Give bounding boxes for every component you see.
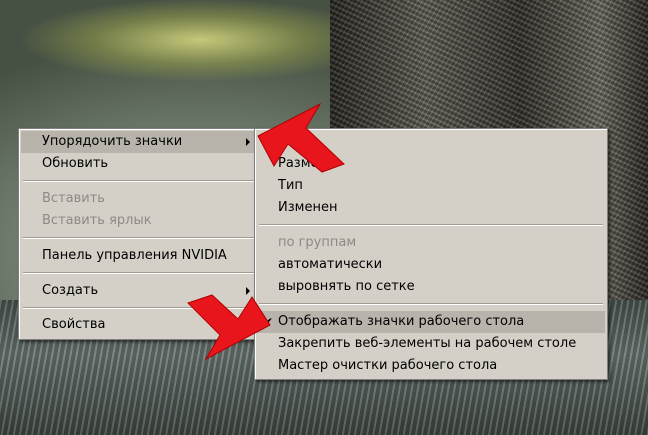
submenu-item-align-to-grid[interactable]: выровнять по сетке bbox=[257, 276, 605, 298]
submenu-item-modified[interactable]: Изменен bbox=[257, 197, 605, 219]
menu-item-refresh[interactable]: Обновить bbox=[21, 153, 258, 175]
menu-separator bbox=[23, 180, 256, 182]
annotation-arrow-top bbox=[257, 102, 345, 173]
menu-item-label: Свойства bbox=[42, 317, 106, 332]
menu-separator bbox=[23, 272, 256, 274]
menu-item-label: по группам bbox=[278, 235, 357, 250]
menu-item-nvidia-control-panel[interactable]: Панель управления NVIDIA bbox=[21, 245, 258, 267]
annotation-arrow-bottom bbox=[187, 294, 271, 361]
menu-item-paste: Вставить bbox=[21, 188, 258, 210]
menu-item-label: Панель управления NVIDIA bbox=[42, 248, 227, 263]
menu-item-label: Тип bbox=[278, 178, 303, 193]
submenu-item-by-groups: по группам bbox=[257, 232, 605, 254]
menu-item-label: выровнять по сетке bbox=[278, 279, 415, 294]
menu-item-arrange-icons[interactable]: Упорядочить значки bbox=[21, 131, 258, 153]
menu-item-label: Вставить bbox=[42, 191, 105, 206]
menu-item-label: Вставить ярлык bbox=[42, 213, 152, 228]
menu-item-label: Упорядочить значки bbox=[42, 134, 183, 149]
submenu-item-auto-arrange[interactable]: автоматически bbox=[257, 254, 605, 276]
submenu-item-lock-web-items[interactable]: Закрепить веб-элементы на рабочем столе bbox=[257, 333, 605, 355]
menu-separator bbox=[23, 237, 256, 239]
menu-item-label: автоматически bbox=[278, 257, 383, 272]
menu-item-paste-shortcut: Вставить ярлык bbox=[21, 210, 258, 232]
menu-item-label: Обновить bbox=[42, 156, 109, 171]
menu-separator bbox=[259, 303, 603, 305]
submenu-item-desktop-cleanup-wizard[interactable]: Мастер очистки рабочего стола bbox=[257, 355, 605, 377]
menu-item-label: Создать bbox=[42, 283, 99, 298]
menu-item-label: Изменен bbox=[278, 200, 338, 215]
menu-item-label: Мастер очистки рабочего стола bbox=[278, 358, 498, 373]
menu-separator bbox=[259, 224, 603, 226]
menu-item-label: Отображать значки рабочего стола bbox=[278, 314, 525, 329]
submenu-item-show-desktop-icons[interactable]: ✔ Отображать значки рабочего стола bbox=[257, 311, 605, 333]
menu-item-label: Закрепить веб-элементы на рабочем столе bbox=[278, 336, 577, 351]
